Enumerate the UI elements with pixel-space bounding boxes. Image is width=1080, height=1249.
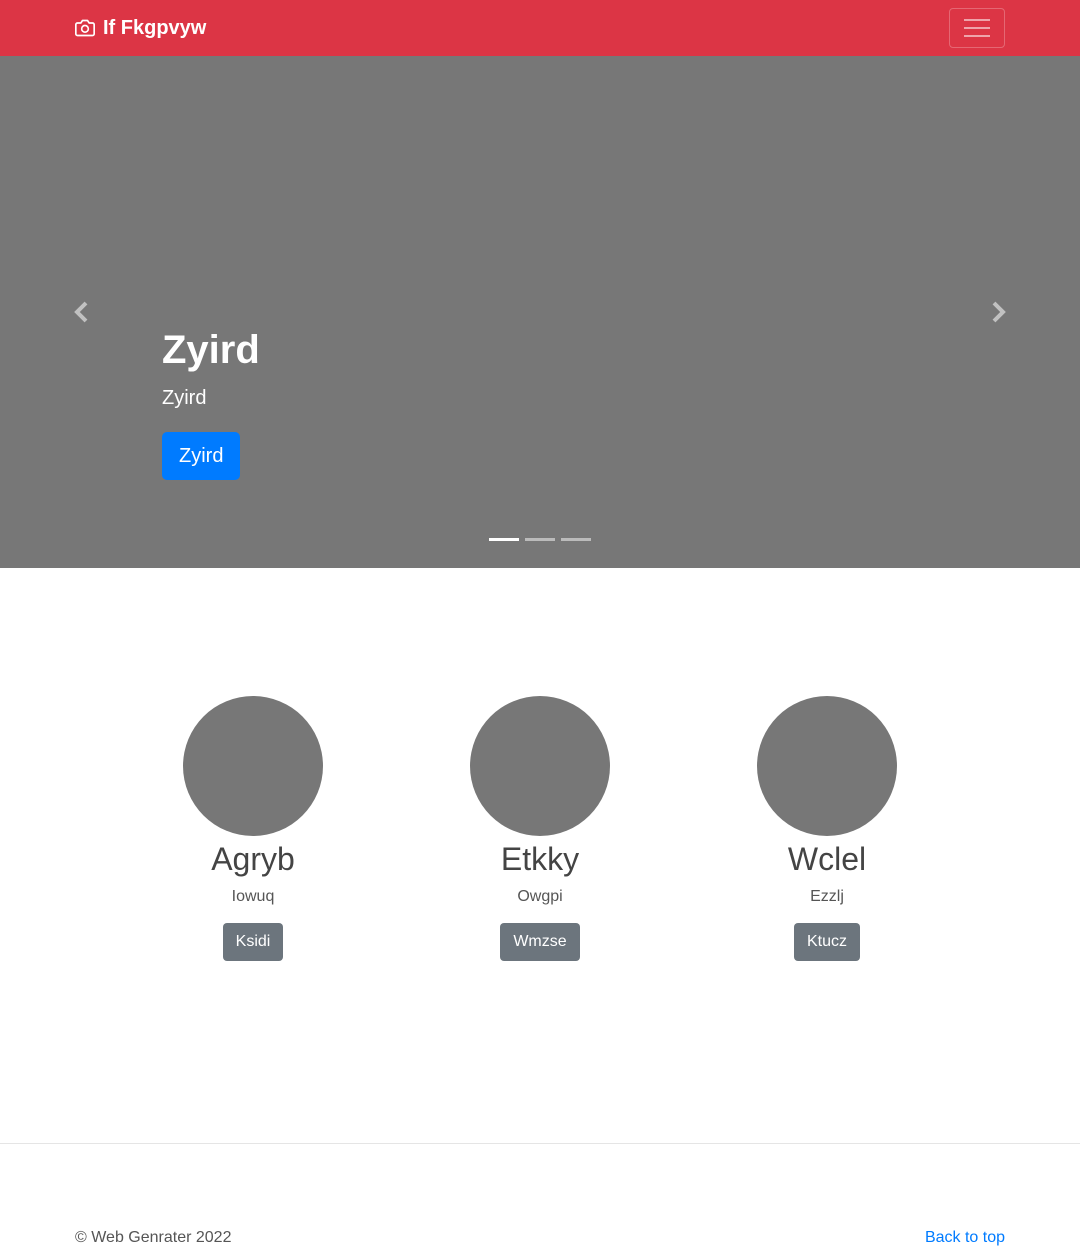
camera-icon	[75, 19, 95, 37]
feature-column: Agryb Iowuq Ksidi	[110, 696, 396, 961]
feature-button[interactable]: Ksidi	[222, 923, 284, 961]
feature-column: Wclel Ezzlj Ktucz	[684, 696, 970, 961]
carousel-subtitle: Zyird	[162, 387, 207, 409]
carousel-next-button[interactable]	[986, 296, 1010, 328]
feature-text: Ezzlj	[810, 888, 844, 905]
carousel-prev-button[interactable]	[70, 296, 94, 328]
footer-copyright: © Web Genrater 2022	[75, 1229, 232, 1246]
back-to-top-link[interactable]: Back to top	[925, 1227, 1005, 1249]
carousel-indicator-3[interactable]	[561, 538, 591, 541]
feature-heading: Etkky	[500, 841, 580, 877]
brand-link[interactable]: If Fkgpvyw	[75, 14, 206, 42]
feature-text: Owgpi	[517, 888, 563, 905]
feature-image-placeholder	[757, 696, 897, 836]
footer-divider	[0, 1143, 1080, 1144]
feature-column: Etkky Owgpi Wmzse	[397, 696, 683, 961]
carousel-cta-button[interactable]: Zyird	[162, 432, 241, 480]
chevron-right-icon	[992, 301, 1006, 323]
feature-button[interactable]: Ktucz	[793, 923, 860, 961]
carousel-indicator-1[interactable]	[489, 538, 519, 541]
feature-columns: Agryb Iowuq Ksidi Etkky Owgpi Wmzse Wcle…	[0, 568, 1080, 1143]
carousel-caption: Zyird Zyird Zyird	[162, 326, 260, 480]
carousel-indicators	[489, 538, 591, 541]
feature-button[interactable]: Wmzse	[500, 923, 580, 961]
feature-image-placeholder	[470, 696, 610, 836]
feature-heading: Agryb	[211, 841, 295, 877]
carousel-title: Zyird	[162, 328, 260, 372]
navbar-toggle-button[interactable]	[949, 8, 1005, 48]
carousel-indicator-2[interactable]	[525, 538, 555, 541]
feature-image-placeholder	[183, 696, 323, 836]
chevron-left-icon	[74, 301, 88, 323]
feature-heading: Wclel	[787, 841, 867, 877]
feature-text: Iowuq	[231, 888, 275, 905]
hamburger-icon	[964, 19, 990, 37]
navbar: If Fkgpvyw	[0, 0, 1080, 56]
brand-name: If Fkgpvyw	[103, 17, 207, 39]
hero-carousel: Zyird Zyird Zyird	[0, 56, 1080, 568]
